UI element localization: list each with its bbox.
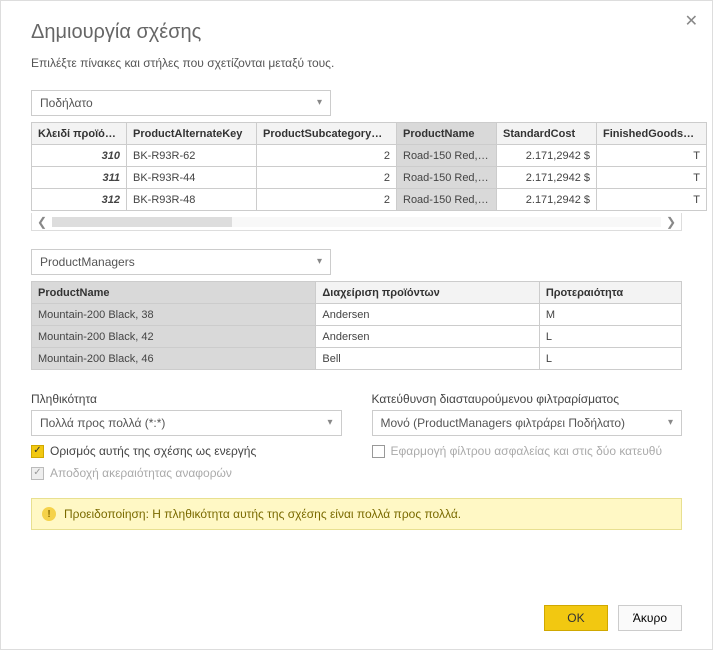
table1-col-cost[interactable]: StandardCost bbox=[497, 123, 597, 145]
integrity-label: Αποδοχή ακεραιότητας αναφορών bbox=[50, 466, 232, 480]
security-label: Εφαρμογή φίλτρου ασφαλείας και στις δύο … bbox=[391, 444, 663, 458]
scroll-left-icon[interactable]: ❮ bbox=[32, 215, 52, 229]
table1-hscroll[interactable]: ❮ ❯ bbox=[31, 213, 682, 231]
warning-icon: ! bbox=[42, 507, 56, 521]
table-row[interactable]: Mountain-200 Black, 38 Andersen M bbox=[32, 304, 682, 326]
table-row[interactable]: 310 BK-R93R-62 2 Road-150 Red, 62 2.171,… bbox=[32, 145, 707, 167]
cancel-button[interactable]: Άκυρο bbox=[618, 605, 682, 631]
table1-col-flag[interactable]: FinishedGoodsFlag bbox=[597, 123, 707, 145]
crossfilter-label: Κατεύθυνση διασταυρούμενου φιλτραρίσματο… bbox=[372, 392, 683, 406]
warning-banner: ! Προειδοποίηση: Η πληθικότητα αυτής της… bbox=[31, 498, 682, 530]
table2-grid: ProductName Διαχείριση προϊόντων Προτερα… bbox=[31, 281, 682, 370]
checkbox-integrity: ✓ bbox=[31, 467, 44, 480]
crossfilter-dropdown[interactable]: Μονό (ProductManagers φιλτράρει Ποδήλατο… bbox=[372, 410, 683, 436]
table1-header-row: Κλειδί προϊόντος ProductAlternateKey Pro… bbox=[32, 123, 707, 145]
table1-col-sub[interactable]: ProductSubcategoryKey bbox=[257, 123, 397, 145]
table1-selector[interactable]: Ποδήλατο ▾ bbox=[31, 90, 331, 116]
cardinality-value: Πολλά προς πολλά (*:*) bbox=[40, 411, 165, 435]
integrity-checkbox-row: ✓ Αποδοχή ακεραιότητας αναφορών bbox=[31, 466, 342, 480]
table2-col-mgr[interactable]: Διαχείριση προϊόντων bbox=[316, 282, 539, 304]
chevron-down-icon: ▾ bbox=[317, 91, 322, 115]
security-checkbox-row: ✓ Εφαρμογή φίλτρου ασφαλείας και στις δύ… bbox=[372, 444, 683, 458]
active-checkbox-row[interactable]: ✓ Ορισμός αυτής της σχέσης ως ενεργής bbox=[31, 444, 342, 458]
checkbox-security: ✓ bbox=[372, 445, 385, 458]
table2-selector[interactable]: ProductManagers ▾ bbox=[31, 249, 331, 275]
scroll-track[interactable] bbox=[52, 217, 661, 227]
table2-col-pri[interactable]: Προτεραιότητα bbox=[539, 282, 681, 304]
table1-col-key[interactable]: Κλειδί προϊόντος bbox=[32, 123, 127, 145]
ok-button[interactable]: OK bbox=[544, 605, 608, 631]
table1-selector-value: Ποδήλατο bbox=[40, 91, 93, 115]
table1-col-alt[interactable]: ProductAlternateKey bbox=[127, 123, 257, 145]
cardinality-label: Πληθικότητα bbox=[31, 392, 342, 406]
dialog-subtitle: Επιλέξτε πίνακες και στήλες που σχετίζον… bbox=[31, 56, 682, 70]
table2-header-row: ProductName Διαχείριση προϊόντων Προτερα… bbox=[32, 282, 682, 304]
crossfilter-value: Μονό (ProductManagers φιλτράρει Ποδήλατο… bbox=[381, 411, 626, 435]
cardinality-dropdown[interactable]: Πολλά προς πολλά (*:*) ▾ bbox=[31, 410, 342, 436]
chevron-down-icon: ▾ bbox=[327, 411, 332, 435]
chevron-down-icon: ▾ bbox=[668, 411, 673, 435]
chevron-down-icon: ▾ bbox=[317, 250, 322, 274]
table1-col-name[interactable]: ProductName bbox=[397, 123, 497, 145]
table2-col-name[interactable]: ProductName bbox=[32, 282, 316, 304]
warning-text: Προειδοποίηση: Η πληθικότητα αυτής της σ… bbox=[64, 507, 461, 521]
table-row[interactable]: Mountain-200 Black, 42 Andersen L bbox=[32, 326, 682, 348]
table-row[interactable]: Mountain-200 Black, 46 Bell L bbox=[32, 348, 682, 370]
close-icon[interactable]: ✕ bbox=[685, 11, 698, 31]
scroll-right-icon[interactable]: ❯ bbox=[661, 215, 681, 229]
scroll-thumb[interactable] bbox=[52, 217, 232, 227]
table-row[interactable]: 311 BK-R93R-44 2 Road-150 Red, 44 2.171,… bbox=[32, 167, 707, 189]
table-row[interactable]: 312 BK-R93R-48 2 Road-150 Red, 48 2.171,… bbox=[32, 189, 707, 211]
checkbox-active[interactable]: ✓ bbox=[31, 445, 44, 458]
active-label: Ορισμός αυτής της σχέσης ως ενεργής bbox=[50, 444, 256, 458]
dialog-title: Δημιουργία σχέσης bbox=[31, 21, 682, 44]
table2-selector-value: ProductManagers bbox=[40, 250, 135, 274]
table1-grid: Κλειδί προϊόντος ProductAlternateKey Pro… bbox=[31, 122, 707, 211]
